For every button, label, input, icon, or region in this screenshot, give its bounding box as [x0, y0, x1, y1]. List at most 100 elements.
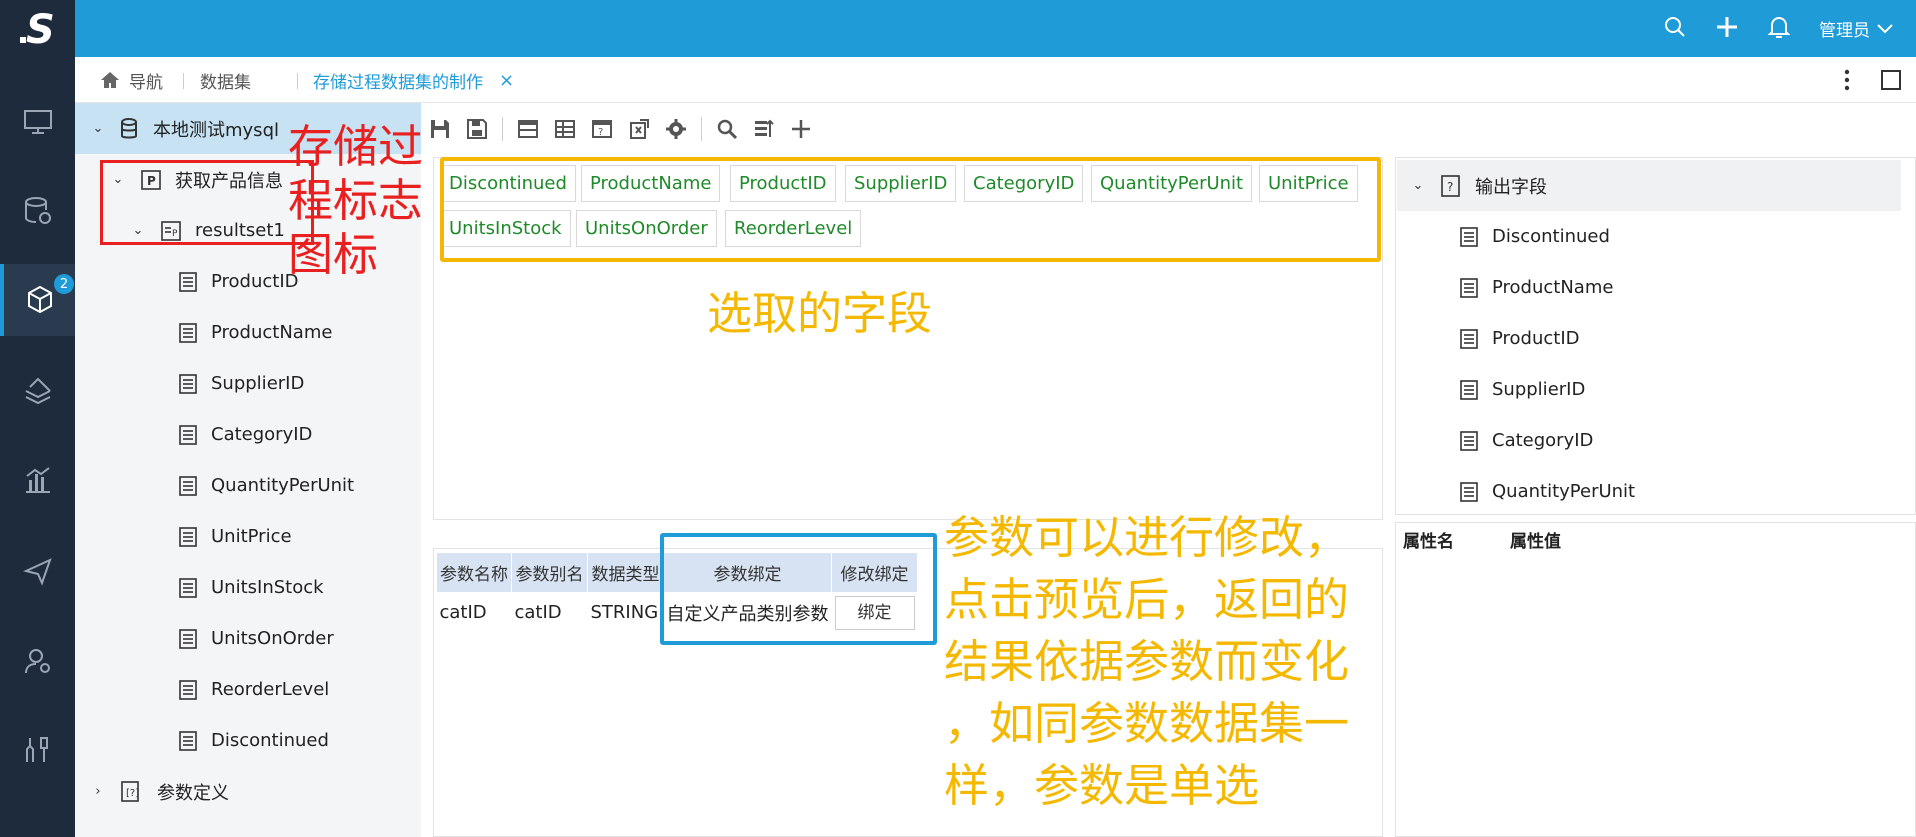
rail-publish[interactable] — [0, 535, 75, 607]
tree-field-label: UnitPrice — [211, 526, 292, 547]
tab-nav[interactable]: 导航 — [99, 57, 163, 103]
field-icon — [179, 322, 197, 343]
left-rail: S 2 — [0, 0, 75, 837]
tab-dataset-label: 数据集 — [200, 72, 251, 93]
col-param-alias: 参数别名 — [511, 552, 588, 593]
field-icon — [179, 475, 197, 496]
app-logo[interactable]: S — [0, 0, 75, 57]
tree-field-label: QuantityPerUnit — [211, 475, 355, 496]
field-icon — [179, 730, 197, 751]
param-icon[interactable]: ? — [590, 117, 614, 141]
send-icon — [22, 558, 52, 586]
chevron-right-icon[interactable]: › — [91, 784, 105, 799]
procedure-highlight-box — [100, 160, 314, 245]
field-settings-icon[interactable] — [752, 117, 776, 141]
export-icon[interactable] — [627, 117, 651, 141]
maximize-icon[interactable] — [1880, 69, 1902, 95]
svg-text:[?]: [?] — [126, 788, 139, 799]
rail-datasource[interactable] — [0, 175, 75, 247]
chevron-down-icon — [1877, 23, 1893, 33]
tree-field-label: UnitsOnOrder — [211, 628, 334, 649]
output-field-label: SupplierID — [1492, 379, 1586, 400]
annotation-line: 程标志 — [288, 174, 424, 227]
toolbar: ? — [428, 110, 813, 148]
bar-chart-icon — [25, 467, 50, 493]
save-icon[interactable] — [428, 117, 452, 141]
output-field-item[interactable]: ProductID — [1460, 313, 1580, 364]
tab-active-label: 存储过程数据集的制作 — [313, 72, 483, 93]
output-field-label: ProductID — [1492, 328, 1580, 349]
properties-panel — [1395, 522, 1916, 837]
tree-field-item[interactable]: ProductName — [75, 307, 421, 358]
tree-params[interactable]: › [?] 参数定义 — [75, 766, 421, 817]
tree-field-label: Discontinued — [211, 730, 329, 751]
tab-bar: 导航 数据集 存储过程数据集的制作 × — [75, 57, 1916, 103]
output-field-item[interactable]: ProductName — [1460, 262, 1613, 313]
field-icon — [179, 271, 197, 292]
chevron-down-icon[interactable]: ⌄ — [1411, 178, 1425, 193]
tree-field-item[interactable]: Discontinued — [75, 715, 421, 766]
rail-report[interactable] — [0, 444, 75, 516]
user-menu[interactable]: 管理员 — [1819, 16, 1894, 41]
search-icon[interactable] — [1663, 15, 1687, 43]
monitor-icon — [23, 110, 52, 134]
svg-text:?: ? — [1447, 180, 1453, 194]
param-alias: catID — [514, 602, 562, 624]
chevron-down-icon[interactable]: ⌄ — [91, 121, 105, 136]
svg-text:?: ? — [598, 127, 603, 138]
field-icon — [1460, 379, 1478, 400]
logo-icon: S — [19, 7, 54, 51]
output-field-item[interactable]: QuantityPerUnit — [1460, 466, 1635, 517]
gear-icon[interactable] — [664, 117, 688, 141]
tree-field-label: SupplierID — [211, 373, 305, 394]
field-icon — [179, 679, 197, 700]
tree-field-label: ProductName — [211, 322, 333, 343]
rail-dataset[interactable]: 2 — [0, 264, 75, 336]
output-field-label: Discontinued — [1492, 226, 1610, 247]
search-icon[interactable] — [715, 117, 739, 141]
table-icon[interactable] — [516, 117, 540, 141]
param-name: catID — [439, 602, 487, 624]
tree-field-item[interactable]: QuantityPerUnit — [75, 460, 421, 511]
output-field-item[interactable]: Discontinued — [1460, 211, 1610, 262]
top-bar: 管理员 — [75, 0, 1916, 57]
bell-icon[interactable] — [1767, 14, 1791, 44]
rail-monitor[interactable] — [0, 86, 75, 158]
rail-dashboard[interactable] — [0, 355, 75, 427]
field-icon — [1460, 481, 1478, 502]
output-field-label: ProductName — [1492, 277, 1614, 298]
col-param-name: 参数名称 — [436, 552, 512, 593]
field-icon — [179, 373, 197, 394]
prop-name-header: 属性名 — [1403, 531, 1454, 552]
grid-icon[interactable] — [553, 117, 577, 141]
tree-field-item[interactable]: SupplierID — [75, 358, 421, 409]
annotation-line: 点击预览后，返回的 — [944, 573, 1350, 626]
notification-badge: 2 — [54, 274, 74, 294]
tree-field-item[interactable]: CategoryID — [75, 409, 421, 460]
close-icon[interactable]: × — [499, 70, 514, 91]
tab-stored-procedure[interactable]: 存储过程数据集的制作 × — [313, 57, 514, 103]
tree-field-item[interactable]: UnitsInStock — [75, 562, 421, 613]
output-field-label: CategoryID — [1492, 430, 1594, 451]
annotation-line: 参数可以进行修改， — [944, 511, 1350, 564]
add-icon[interactable] — [789, 117, 813, 141]
tab-nav-label: 导航 — [129, 72, 163, 93]
user-name: 管理员 — [1819, 21, 1870, 41]
output-field-item[interactable]: SupplierID — [1460, 364, 1585, 415]
rail-tools[interactable] — [0, 714, 75, 786]
output-fields-header[interactable]: ⌄ ? 输出字段 — [1397, 160, 1901, 211]
tab-dataset[interactable]: 数据集 — [200, 57, 251, 103]
tree-field-item[interactable]: ReorderLevel — [75, 664, 421, 715]
more-icon[interactable] — [1844, 69, 1850, 95]
tree-field-item[interactable]: UnitPrice — [75, 511, 421, 562]
field-icon — [179, 628, 197, 649]
annotation-selected-fields: 选取的字段 — [707, 287, 933, 340]
add-icon[interactable] — [1715, 15, 1739, 43]
output-field-item[interactable]: CategoryID — [1460, 415, 1593, 466]
param-type: STRING — [590, 602, 659, 624]
tree-field-item[interactable]: UnitsOnOrder — [75, 613, 421, 664]
rail-user-settings[interactable] — [0, 625, 75, 697]
database-gear-icon — [24, 197, 51, 224]
save-as-icon[interactable] — [465, 117, 489, 141]
tree-field-label: ProductID — [211, 271, 299, 292]
